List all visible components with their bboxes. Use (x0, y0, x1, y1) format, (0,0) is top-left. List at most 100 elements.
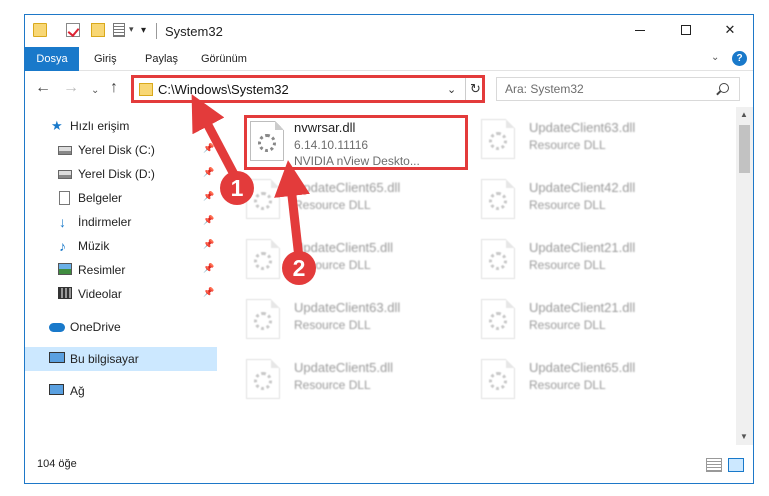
dll-file-icon (481, 119, 515, 159)
view-icon[interactable] (113, 23, 125, 37)
tab-view[interactable]: Görünüm (201, 47, 247, 71)
close-icon: ✕ (724, 22, 736, 37)
sidebar-item-onedrive[interactable]: OneDrive (25, 315, 217, 339)
item-count: 104 öğe (37, 458, 77, 470)
sidebar-item-music[interactable]: ♪ Müzik 📌 (25, 234, 217, 258)
sidebar-item-disk-d[interactable]: Yerel Disk (D:) 📌 (25, 162, 217, 186)
sidebar-item-disk-c[interactable]: Yerel Disk (C:) 📌 (25, 138, 217, 162)
file-type: Resource DLL (294, 198, 371, 212)
ribbon: Dosya Giriş Paylaş Görünüm ⌄ ? (25, 47, 753, 71)
star-icon: ★ (51, 118, 63, 133)
sidebar-item-label: İndirmeler (78, 215, 132, 229)
sidebar-item-label: Belgeler (78, 191, 123, 205)
pin-icon[interactable]: 📌 (203, 239, 214, 250)
step-1-badge: 1 (220, 171, 254, 205)
sidebar-item-network[interactable]: Ağ (25, 379, 217, 403)
address-bar[interactable]: C:\Windows\System32 ⌄ ↻ (131, 75, 485, 103)
help-icon[interactable]: ? (732, 51, 747, 66)
title-bar: ▾ ▾ System32 ✕ (25, 15, 753, 47)
customize-toolbar-icon[interactable]: ▾ (141, 25, 146, 36)
divider (156, 23, 157, 39)
tab-home[interactable]: Giriş (94, 47, 117, 71)
file-name: UpdateClient63.dll (529, 120, 636, 135)
file-description: NVIDIA nView Deskto... (294, 154, 420, 168)
close-button[interactable]: ✕ (707, 15, 753, 45)
tab-share[interactable]: Paylaş (145, 47, 178, 71)
search-placeholder: Ara: System32 (505, 82, 584, 96)
sidebar-item-pictures[interactable]: Resimler 📌 (25, 258, 217, 282)
file-version: 6.14.10.11116 (294, 138, 369, 152)
file-name: UpdateClient5.dll (294, 240, 394, 255)
disk-icon (58, 146, 72, 155)
sidebar-item-videos[interactable]: Videolar 📌 (25, 282, 217, 306)
dll-file-icon (246, 359, 280, 399)
file-name: UpdateClient5.dll (294, 360, 394, 375)
new-folder-icon[interactable] (91, 23, 105, 37)
scroll-down-icon[interactable]: ▼ (740, 432, 748, 441)
sidebar-item-downloads[interactable]: ↓ İndirmeler 📌 (25, 210, 217, 234)
forward-button[interactable]: → (63, 80, 79, 96)
scroll-up-icon[interactable]: ▲ (740, 110, 748, 119)
file-name: UpdateClient21.dll (529, 300, 636, 315)
chevron-down-icon[interactable]: ▾ (129, 24, 134, 35)
music-icon: ♪ (59, 238, 66, 254)
list-item-nvwrsar[interactable]: nvwrsar.dll 6.14.10.11116 NVIDIA nView D… (244, 115, 468, 170)
step-2-badge: 2 (282, 251, 316, 285)
pin-icon[interactable]: 📌 (203, 287, 214, 298)
file-name: UpdateClient65.dll (529, 360, 636, 375)
sidebar-item-label: Videolar (78, 287, 122, 301)
sidebar-item-label: OneDrive (70, 320, 121, 334)
file-type: Resource DLL (294, 318, 371, 332)
large-icons-view-icon[interactable] (728, 458, 744, 472)
file-name: UpdateClient65.dll (294, 180, 401, 195)
dll-file-icon (481, 299, 515, 339)
sidebar-item-documents[interactable]: Belgeler 📌 (25, 186, 217, 210)
search-input[interactable]: Ara: System32 (496, 77, 740, 101)
maximize-button[interactable] (663, 15, 709, 45)
sidebar-item-label: Müzik (78, 239, 110, 253)
dll-file-icon (481, 239, 515, 279)
recent-locations-button[interactable]: ⌄ (91, 83, 99, 99)
folder-icon (139, 83, 153, 96)
search-icon[interactable] (719, 83, 729, 93)
address-history-button[interactable]: ⌄ (447, 83, 456, 96)
cloud-icon (49, 323, 65, 332)
minimize-button[interactable] (617, 15, 663, 45)
pin-icon[interactable]: 📌 (203, 263, 214, 274)
sidebar-item-quick-access[interactable]: ★ Hızlı erişim (25, 114, 217, 138)
sidebar-item-label: Ağ (70, 384, 85, 398)
vertical-scrollbar[interactable]: ▲ ▼ (736, 107, 753, 445)
navigation-bar: ← → ⌄ ↑ C:\Windows\System32 ⌄ ↻ Ara: Sys… (25, 72, 753, 106)
dll-file-icon (246, 239, 280, 279)
file-type: Resource DLL (529, 318, 606, 332)
dll-file-icon (481, 359, 515, 399)
sidebar-item-label: Resimler (78, 263, 126, 277)
pin-icon[interactable]: 📌 (203, 143, 214, 154)
dll-file-icon (250, 121, 284, 161)
sidebar-item-label: Yerel Disk (D:) (78, 167, 155, 181)
back-button[interactable]: ← (35, 80, 51, 96)
pin-icon[interactable]: 📌 (203, 215, 214, 226)
expand-ribbon-icon[interactable]: ⌄ (711, 52, 719, 63)
properties-icon[interactable] (66, 23, 80, 37)
address-path[interactable]: C:\Windows\System32 (158, 82, 289, 97)
file-name: UpdateClient21.dll (529, 240, 636, 255)
refresh-button[interactable]: ↻ (465, 78, 485, 100)
network-icon (49, 384, 64, 395)
file-type: Resource DLL (529, 198, 606, 212)
dll-file-icon (246, 299, 280, 339)
scroll-thumb[interactable] (739, 125, 750, 173)
minimize-icon (635, 29, 645, 31)
document-icon (59, 191, 70, 205)
pin-icon[interactable]: 📌 (203, 191, 214, 202)
sidebar-item-label: Hızlı erişim (70, 119, 130, 133)
up-button[interactable]: ↑ (110, 80, 118, 96)
tab-file[interactable]: Dosya (25, 47, 79, 71)
file-name: UpdateClient63.dll (294, 300, 401, 315)
file-type: Resource DLL (529, 378, 606, 392)
sidebar-item-label: Yerel Disk (C:) (78, 143, 155, 157)
pin-icon[interactable]: 📌 (203, 167, 214, 178)
details-view-icon[interactable] (706, 458, 722, 472)
sidebar-item-this-pc[interactable]: Bu bilgisayar (25, 347, 217, 371)
sidebar-item-label: Bu bilgisayar (70, 352, 139, 366)
